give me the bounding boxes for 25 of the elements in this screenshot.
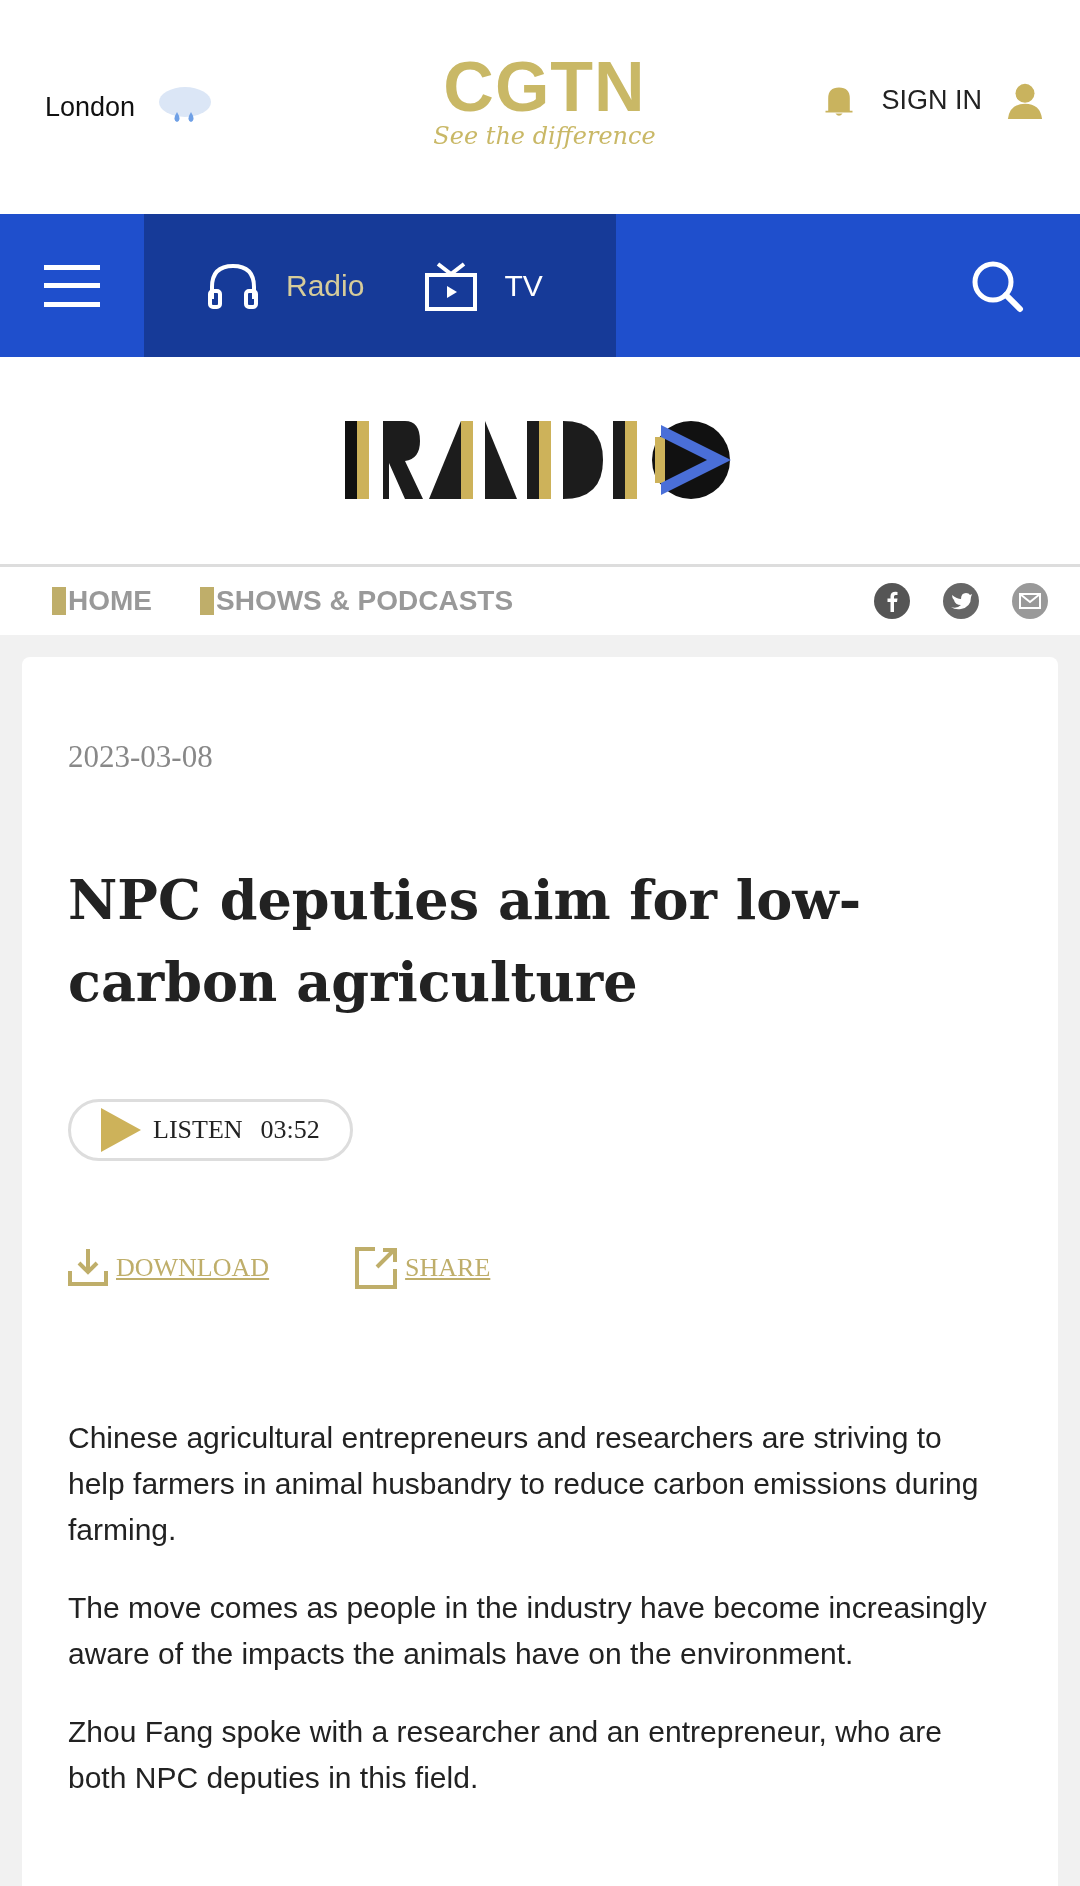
download-icon[interactable] [68, 1249, 108, 1287]
section-link[interactable]: SHOWS & PODCASTS [200, 585, 514, 617]
play-icon [101, 1108, 141, 1152]
city-name: London [45, 91, 136, 123]
article-date: 2023-03-08 [68, 739, 214, 775]
tv-icon [424, 260, 479, 311]
nav-tab[interactable]: TV [424, 260, 543, 311]
listen-button[interactable]: LISTEN 03:52 [68, 1099, 353, 1161]
nav-tab[interactable]: Radio [206, 260, 365, 311]
share-icon[interactable] [355, 1247, 398, 1289]
download-link[interactable]: DOWNLOAD [116, 1253, 270, 1283]
share-link[interactable]: SHARE [405, 1253, 491, 1283]
facebook-icon[interactable] [874, 583, 910, 619]
article-paragraph: The move comes as people in the industry have become increasingly aware of the impacts the animals have on the environment. [68, 1590, 988, 1672]
twitter-icon[interactable] [943, 583, 979, 619]
article-paragraph: Zhou Fang spoke with a researcher and an entrepreneur, who are both NPC deputies in this field. [68, 1714, 943, 1796]
section-link[interactable]: HOME [52, 585, 152, 617]
email-icon[interactable] [1012, 583, 1048, 619]
article-paragraph: Chinese agricultural entrepreneurs and researchers are striving to help farmers in animal husbandry to reduce carbon emissions during farming. [68, 1420, 980, 1548]
menu-icon[interactable] [44, 264, 100, 307]
article-title: NPC deputies aim for low-carbon agriculture [68, 867, 863, 1016]
sign-in-link[interactable]: SIGN IN [881, 84, 982, 116]
user-icon[interactable] [1006, 81, 1044, 119]
cgtn-logo[interactable]: CGTN [443, 52, 646, 122]
logo-tagline: See the difference [433, 122, 656, 150]
